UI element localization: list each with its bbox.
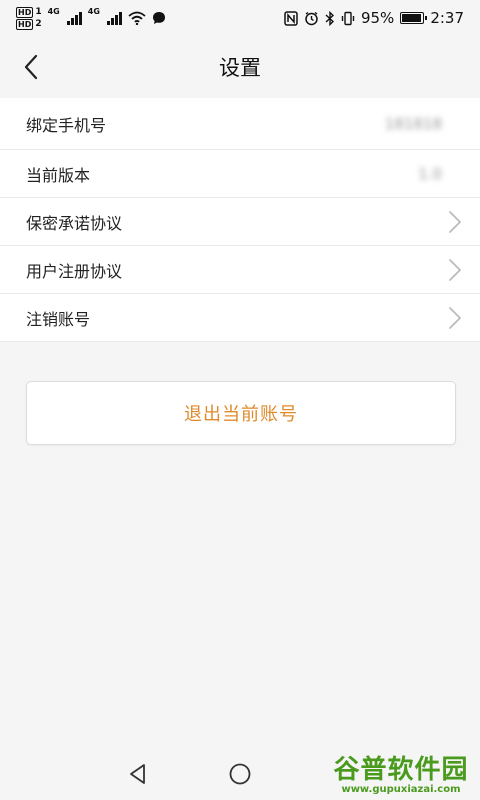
bluetooth-icon <box>325 10 334 26</box>
battery-icon <box>400 12 428 24</box>
settings-row-registration-agreement[interactable]: 用户注册协议 <box>0 246 480 294</box>
wifi-icon <box>128 11 146 25</box>
chevron-right-icon <box>449 210 461 233</box>
alarm-icon <box>305 11 318 25</box>
status-bar-left: HD 1 HD 2 4G 4G <box>16 6 166 30</box>
watermark-title: 谷普软件园 <box>333 754 469 785</box>
settings-list: 绑定手机号 181818 当前版本 1.0 保密承诺协议 用户注册协议 注销账号 <box>0 98 480 342</box>
settings-row-bind-phone[interactable]: 绑定手机号 181818 <box>0 98 480 150</box>
vibrate-icon <box>341 11 355 25</box>
sim2-number: 2 <box>35 18 42 29</box>
message-icon <box>152 12 165 24</box>
back-button[interactable] <box>14 50 48 84</box>
settings-row-confidentiality-agreement[interactable]: 保密承诺协议 <box>0 198 480 246</box>
logout-label: 退出当前账号 <box>184 404 298 425</box>
status-bar-right: 95% 2:37 <box>284 9 464 27</box>
network-type-2: 4G <box>87 6 100 16</box>
signal-icon <box>66 11 82 25</box>
settings-row-version: 当前版本 1.0 <box>0 150 480 198</box>
chevron-right-icon <box>449 306 461 329</box>
battery-fill <box>402 14 422 22</box>
settings-row-cancel-account[interactable]: 注销账号 <box>0 294 480 342</box>
network-type-1: 4G <box>47 6 60 16</box>
title-bar: 设置 <box>0 36 480 98</box>
page-title: 设置 <box>219 56 261 80</box>
row-label: 用户注册协议 <box>26 261 123 281</box>
sim2-indicator: HD 2 <box>16 18 42 30</box>
row-label: 当前版本 <box>26 165 91 185</box>
signal-icon <box>106 11 122 25</box>
battery-percent: 95% <box>360 9 395 27</box>
sim1-number: 1 <box>35 6 42 17</box>
status-bar: HD 1 HD 2 4G 4G 95% 2:37 <box>0 0 480 36</box>
row-value-version: 1.0 <box>418 164 442 183</box>
row-value-phone: 181818 <box>384 114 442 133</box>
chevron-right-icon <box>449 258 461 281</box>
row-label: 注销账号 <box>26 309 91 329</box>
hd-badge: HD <box>16 6 34 18</box>
row-label: 绑定手机号 <box>26 115 107 135</box>
sim-indicators: HD 1 HD 2 <box>16 6 42 30</box>
nfc-icon <box>284 10 298 26</box>
sim1-indicator: HD 1 <box>16 6 42 18</box>
clock: 2:37 <box>430 9 464 27</box>
hd-badge: HD <box>16 18 34 30</box>
nav-home-icon[interactable] <box>228 762 252 786</box>
watermark-url: www.gupuxiazai.com <box>341 783 461 795</box>
chevron-left-icon <box>24 54 38 80</box>
row-label: 保密承诺协议 <box>26 213 123 233</box>
nav-back-icon[interactable] <box>126 762 150 786</box>
logout-button[interactable]: 退出当前账号 <box>26 381 456 445</box>
watermark-logo: 谷普软件园 www.gupuxiazai.com <box>326 752 476 798</box>
